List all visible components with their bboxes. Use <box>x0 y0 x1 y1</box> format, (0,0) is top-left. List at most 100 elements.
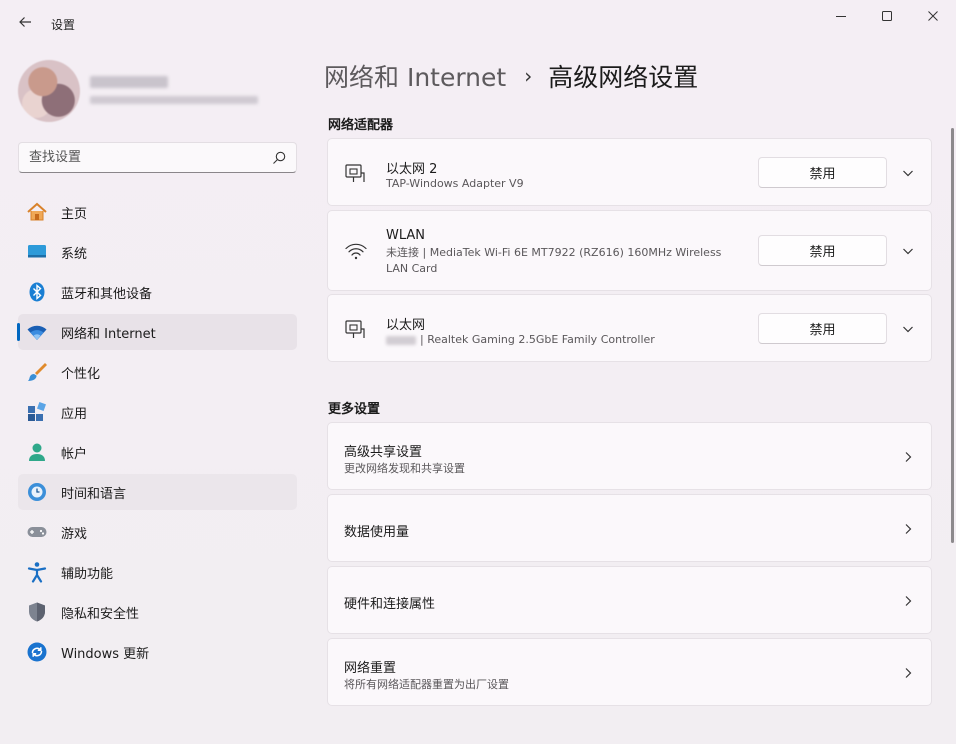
expand-button[interactable] <box>898 319 918 339</box>
avatar <box>18 60 80 122</box>
more-settings-section-title: 更多设置 <box>328 402 381 417</box>
shield-icon <box>26 601 48 623</box>
setting-subtitle: 将所有网络适配器重置为出厂设置 <box>344 678 509 691</box>
setting-title: 数据使用量 <box>344 525 410 540</box>
sidebar-item-apps[interactable]: 应用 <box>18 394 297 430</box>
adapter-name: WLAN <box>386 228 426 243</box>
chevron-right-icon <box>900 593 916 609</box>
sidebar-item-gaming[interactable]: 游戏 <box>18 514 297 550</box>
ethernet-icon <box>345 320 365 338</box>
sidebar-item-system[interactable]: 系统 <box>18 234 297 270</box>
minimize-icon <box>836 16 846 17</box>
setting-title: 网络重置 <box>344 661 397 676</box>
sidebar-item-label: 系统 <box>61 246 88 262</box>
maximize-button[interactable] <box>864 0 910 32</box>
expand-button[interactable] <box>898 163 918 183</box>
sidebar-item-accessibility[interactable]: 辅助功能 <box>18 554 297 590</box>
setting-title: 硬件和连接属性 <box>344 597 436 612</box>
adapter-name: 以太网 2 <box>386 162 438 177</box>
sidebar-item-network[interactable]: 网络和 Internet <box>17 314 297 350</box>
sidebar-item-bluetooth[interactable]: 蓝牙和其他设备 <box>18 274 297 310</box>
breadcrumb-separator: › <box>524 64 533 88</box>
disable-adapter-button[interactable]: 禁用 <box>758 157 887 188</box>
sidebar-item-label: 隐私和安全性 <box>61 606 140 622</box>
apps-icon <box>26 401 48 423</box>
hardware-connection-properties-item[interactable]: 硬件和连接属性 <box>327 566 932 634</box>
adapter-description-row: | Realtek Gaming 2.5GbE Family Controlle… <box>386 332 655 348</box>
sidebar-item-privacy[interactable]: 隐私和安全性 <box>18 594 297 630</box>
adapter-description-continued: LAN Card <box>386 262 438 275</box>
update-icon <box>26 641 48 663</box>
title-bar: 设置 <box>0 0 956 40</box>
sidebar-item-accounts[interactable]: 帐户 <box>18 434 297 470</box>
breadcrumb-parent-link[interactable]: 网络和 Internet <box>324 58 506 94</box>
advanced-sharing-settings-item[interactable]: 高级共享设置 更改网络发现和共享设置 <box>327 422 932 490</box>
brush-icon <box>26 361 48 383</box>
blurred-user-name <box>90 76 168 88</box>
gamepad-icon <box>26 521 48 543</box>
adapter-description: 未连接 | MediaTek Wi-Fi 6E MT7922 (RZ616) 1… <box>386 246 722 259</box>
sidebar-nav: 主页 系统 蓝牙和其他设备 网络和 Internet 个性化 应用 帐户 时间和… <box>17 194 297 674</box>
adapter-card-ethernet[interactable]: 以太网 | Realtek Gaming 2.5GbE Family Contr… <box>327 294 932 362</box>
sidebar-item-label: 时间和语言 <box>61 486 127 502</box>
setting-subtitle: 更改网络发现和共享设置 <box>344 462 465 475</box>
adapter-description: TAP-Windows Adapter V9 <box>386 177 524 190</box>
adapter-description: | Realtek Gaming 2.5GbE Family Controlle… <box>420 333 655 346</box>
wifi-icon <box>345 243 367 260</box>
expand-button[interactable] <box>898 241 918 261</box>
breadcrumb: 网络和 Internet › 高级网络设置 <box>324 58 698 94</box>
close-icon <box>928 11 938 21</box>
chevron-right-icon <box>900 521 916 537</box>
minimize-button[interactable] <box>818 0 864 32</box>
adapter-name: 以太网 <box>386 318 426 333</box>
sidebar-item-windows-update[interactable]: Windows 更新 <box>18 634 297 670</box>
sidebar-item-personalization[interactable]: 个性化 <box>18 354 297 390</box>
sidebar-item-label: Windows 更新 <box>61 646 150 662</box>
setting-title: 高级共享设置 <box>344 445 423 460</box>
network-reset-item[interactable]: 网络重置 将所有网络适配器重置为出厂设置 <box>327 638 932 706</box>
search-box <box>18 142 297 173</box>
wifi-icon <box>26 321 48 343</box>
sidebar-item-label: 主页 <box>61 206 88 222</box>
home-icon <box>26 201 48 223</box>
settings-window: 设置 主页 <box>0 0 956 744</box>
blurred-user-email <box>90 96 258 104</box>
sidebar-item-label: 应用 <box>61 406 88 422</box>
maximize-icon <box>882 11 892 21</box>
chevron-right-icon <box>900 449 916 465</box>
blurred-status <box>386 335 416 345</box>
adapter-card-ethernet-2[interactable]: 以太网 2 TAP-Windows Adapter V9 禁用 <box>327 138 932 206</box>
search-icon[interactable] <box>272 151 286 165</box>
ethernet-icon <box>345 164 365 182</box>
sidebar-item-time-language[interactable]: 时间和语言 <box>18 474 297 510</box>
bluetooth-icon <box>26 281 48 303</box>
chevron-down-icon <box>903 248 913 255</box>
sidebar-item-label: 游戏 <box>61 526 88 542</box>
adapters-section-title: 网络适配器 <box>328 118 394 133</box>
disable-adapter-button[interactable]: 禁用 <box>758 235 887 266</box>
user-profile[interactable] <box>18 60 278 124</box>
sidebar-item-home[interactable]: 主页 <box>18 194 297 230</box>
system-icon <box>26 241 48 263</box>
scrollbar[interactable] <box>951 128 954 543</box>
account-icon <box>26 441 48 463</box>
accessibility-icon <box>26 561 48 583</box>
clock-globe-icon <box>26 481 48 503</box>
data-usage-item[interactable]: 数据使用量 <box>327 494 932 562</box>
sidebar-item-label: 帐户 <box>61 446 88 462</box>
window-controls <box>818 0 956 32</box>
adapter-card-wlan[interactable]: WLAN 未连接 | MediaTek Wi-Fi 6E MT7922 (RZ6… <box>327 210 932 291</box>
page-title: 高级网络设置 <box>548 63 699 92</box>
chevron-down-icon <box>903 170 913 177</box>
sidebar-item-label: 蓝牙和其他设备 <box>61 286 153 302</box>
app-title: 设置 <box>51 18 76 32</box>
back-button[interactable] <box>12 9 38 35</box>
search-input[interactable] <box>19 143 259 172</box>
disable-adapter-button[interactable]: 禁用 <box>758 313 887 344</box>
back-arrow-icon <box>19 17 31 27</box>
sidebar-item-label: 网络和 Internet <box>61 326 156 342</box>
sidebar-item-label: 个性化 <box>61 366 101 382</box>
close-button[interactable] <box>910 0 956 32</box>
sidebar-item-label: 辅助功能 <box>61 566 114 582</box>
chevron-down-icon <box>903 326 913 333</box>
